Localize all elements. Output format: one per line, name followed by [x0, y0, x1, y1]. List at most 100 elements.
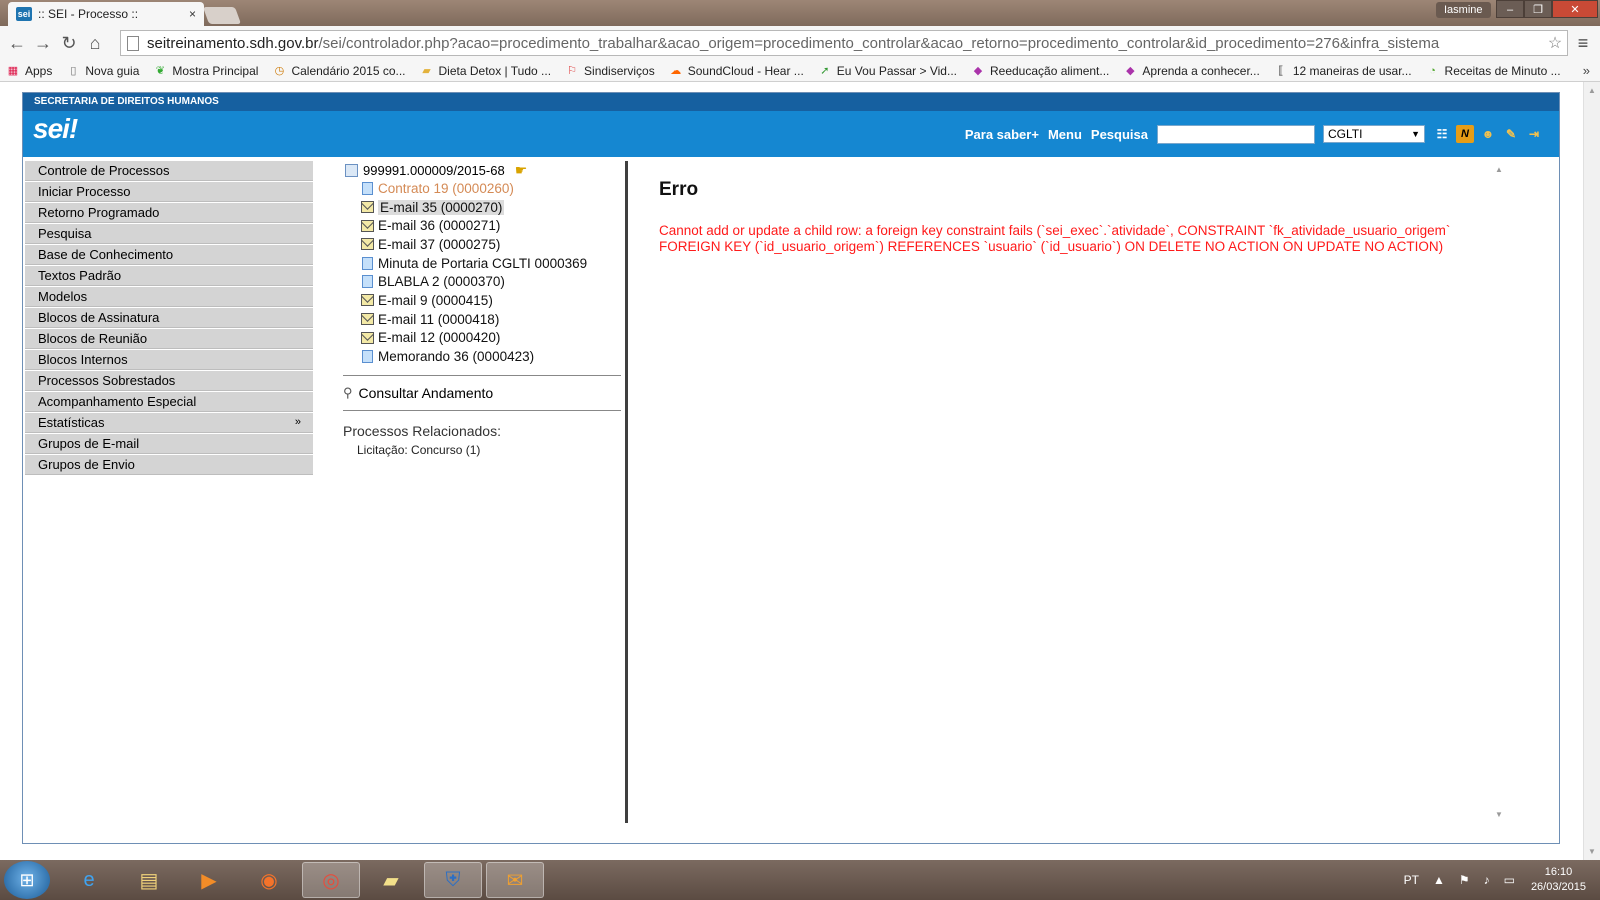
side-menu-item[interactable]: Blocos Internos — [25, 350, 313, 370]
bookmark-item[interactable]: ❦ Mostra Principal — [153, 64, 259, 78]
address-bar[interactable]: seitreinamento.sdh.gov.br /sei/controlad… — [120, 30, 1568, 56]
reload-icon[interactable]: ↻ — [56, 30, 82, 56]
bookmark-item[interactable]: ◷ Calendário 2015 co... — [272, 64, 406, 78]
bookmark-item[interactable]: ▯ Nova guia — [66, 64, 139, 78]
tree-document[interactable]: E-mail 9 (0000415) — [361, 291, 621, 310]
side-menu-item[interactable]: Blocos de Assinatura — [25, 308, 313, 328]
content-scrollbar[interactable]: ▲ ▼ — [1491, 161, 1507, 823]
minimize-icon[interactable]: – — [1496, 0, 1524, 18]
side-menu-item[interactable]: Estatísticas » — [25, 413, 313, 433]
bookmark-item[interactable]: ➚ Eu Vou Passar > Vid... — [818, 64, 957, 78]
side-menu-item[interactable]: Retorno Programado — [25, 203, 313, 223]
firefox-icon[interactable]: ◉ — [240, 862, 298, 898]
side-menu-item[interactable]: Processos Sobrestados — [25, 371, 313, 391]
side-menu-item[interactable]: Textos Padrão — [25, 266, 313, 286]
new-tab-button[interactable] — [202, 7, 242, 24]
side-menu-item[interactable]: Pesquisa — [25, 224, 313, 244]
network-icon[interactable]: ▭ — [1504, 873, 1515, 887]
leaf-icon: ❦ — [155, 65, 166, 77]
side-menu-item[interactable]: Base de Conhecimento — [25, 245, 313, 265]
bookmark-item[interactable]: ⚐ Sindiserviços — [565, 64, 655, 78]
arrow-icon: ➚ — [820, 65, 830, 77]
tab-close-icon[interactable]: × — [189, 7, 196, 21]
side-menu-item[interactable]: Controle de Processos — [25, 161, 313, 181]
tree-document[interactable]: E-mail 37 (0000275) — [361, 235, 621, 254]
brackets-icon: ⟦ — [1278, 65, 1284, 77]
bookmark-star-icon[interactable]: ☆ — [1543, 31, 1567, 55]
list-view-icon[interactable]: ☷ — [1433, 125, 1451, 143]
side-menu-label: Modelos — [38, 289, 88, 304]
internet-explorer-icon[interactable]: e — [60, 862, 118, 898]
bookmarks-overflow-icon[interactable]: » — [1583, 63, 1590, 78]
scroll-down-icon[interactable]: ▼ — [1588, 847, 1596, 856]
bookmark-item[interactable]: ☁ SoundCloud - Hear ... — [669, 64, 804, 78]
bookmark-label: 12 maneiras de usar... — [1292, 63, 1412, 78]
logout-icon[interactable]: ⇥ — [1525, 125, 1543, 143]
bookmark-label: Dieta Detox | Tudo ... — [438, 63, 552, 78]
search-input[interactable] — [1157, 124, 1315, 144]
home-icon[interactable]: ⌂ — [82, 30, 108, 56]
side-menu-label: Controle de Processos — [38, 163, 170, 178]
chrome-icon[interactable]: ◎ — [302, 862, 360, 898]
back-icon[interactable]: ← — [4, 30, 30, 56]
sei-logo[interactable]: sei! — [33, 113, 78, 145]
start-button[interactable]: ⊞ — [4, 861, 50, 899]
unit-select-value: CGLTI — [1328, 127, 1363, 141]
bookmark-item[interactable]: ▦ Apps — [6, 64, 53, 78]
side-menu-label: Pesquisa — [38, 226, 92, 241]
scroll-up-icon[interactable]: ▲ — [1495, 165, 1503, 174]
outlook-icon[interactable]: ✉ — [486, 862, 544, 898]
user-icon[interactable]: ☻ — [1479, 125, 1497, 143]
side-menu-item[interactable]: Grupos de E-mail — [25, 434, 313, 454]
related-process-link[interactable]: Licitação: Concurso (1) — [357, 443, 621, 457]
scroll-up-icon[interactable]: ▲ — [1588, 86, 1596, 95]
side-menu-item[interactable]: Blocos de Reunião — [25, 329, 313, 349]
browser-tab[interactable]: sei :: SEI - Processo :: × — [8, 2, 204, 26]
tools-icon[interactable]: ✎ — [1502, 125, 1520, 143]
tree-document[interactable]: BLABLA 2 (0000370) — [361, 272, 621, 291]
consultar-andamento-link[interactable]: ⚲ Consultar Andamento — [343, 385, 621, 401]
chrome-menu-icon[interactable]: ≡ — [1570, 30, 1596, 56]
related-processes-title: Processos Relacionados: — [343, 422, 501, 439]
volume-icon[interactable]: ♪ — [1484, 873, 1490, 887]
tree-document[interactable]: Memorando 36 (0000423) — [361, 347, 621, 366]
pesquisa-link[interactable]: Pesquisa — [1091, 127, 1148, 142]
tree-document[interactable]: E-mail 11 (0000418) — [361, 310, 621, 329]
process-number[interactable]: 999991.000009/2015-68 ☛ — [345, 161, 621, 179]
menu-link[interactable]: Menu — [1048, 127, 1082, 142]
bookmark-item[interactable]: ◆ Reeducação aliment... — [971, 64, 1110, 78]
news-icon[interactable]: N — [1456, 125, 1474, 143]
security-shield-icon[interactable]: ⛨ — [424, 862, 482, 898]
tree-document[interactable]: Minuta de Portaria CGLTI 0000369 — [361, 254, 621, 273]
file-explorer-icon[interactable]: ▤ — [120, 862, 178, 898]
close-window-icon[interactable]: ✕ — [1552, 0, 1598, 18]
side-menu-item[interactable]: Iniciar Processo — [25, 182, 313, 202]
para-saber-link[interactable]: Para saber+ — [965, 127, 1039, 142]
action-center-flag-icon[interactable]: ⚑ — [1459, 873, 1470, 887]
tab-title: :: SEI - Processo :: — [38, 7, 139, 21]
scroll-down-icon[interactable]: ▼ — [1495, 810, 1503, 819]
clock[interactable]: 16:10 26/03/2015 — [1531, 865, 1586, 895]
side-menu-item[interactable]: Grupos de Envio — [25, 455, 313, 475]
pane-resizer[interactable] — [625, 161, 628, 823]
unit-select[interactable]: CGLTI ▼ — [1323, 125, 1425, 143]
page-scrollbar[interactable]: ▲ ▼ — [1583, 82, 1600, 860]
bookmark-item[interactable]: ⟦ 12 maneiras de usar... — [1274, 63, 1412, 78]
bookmark-item[interactable]: ◔ Receitas de Minuto ... — [1426, 64, 1560, 78]
side-menu-item[interactable]: Modelos — [25, 287, 313, 307]
bookmark-item[interactable]: ◆ Aprenda a conhecer... — [1123, 64, 1260, 78]
browser-user-badge[interactable]: Iasmine — [1436, 2, 1491, 18]
side-menu-item[interactable]: Acompanhamento Especial — [25, 392, 313, 412]
page-icon: ▯ — [70, 65, 77, 77]
tree-document[interactable]: Contrato 19 (0000260) — [361, 179, 621, 198]
tree-document[interactable]: E-mail 35 (0000270) — [361, 198, 621, 217]
bookmark-item[interactable]: ▰ Dieta Detox | Tudo ... — [420, 63, 552, 78]
maximize-icon[interactable]: ❐ — [1524, 0, 1552, 18]
tree-document[interactable]: E-mail 36 (0000271) — [361, 216, 621, 235]
tray-expand-icon[interactable]: ▲ — [1433, 873, 1445, 887]
media-player-icon[interactable]: ▶ — [180, 862, 238, 898]
language-indicator[interactable]: PT — [1404, 873, 1419, 887]
forward-icon[interactable]: → — [30, 30, 56, 56]
tree-document[interactable]: E-mail 12 (0000420) — [361, 329, 621, 348]
folder-icon[interactable]: ▰ — [362, 862, 420, 898]
